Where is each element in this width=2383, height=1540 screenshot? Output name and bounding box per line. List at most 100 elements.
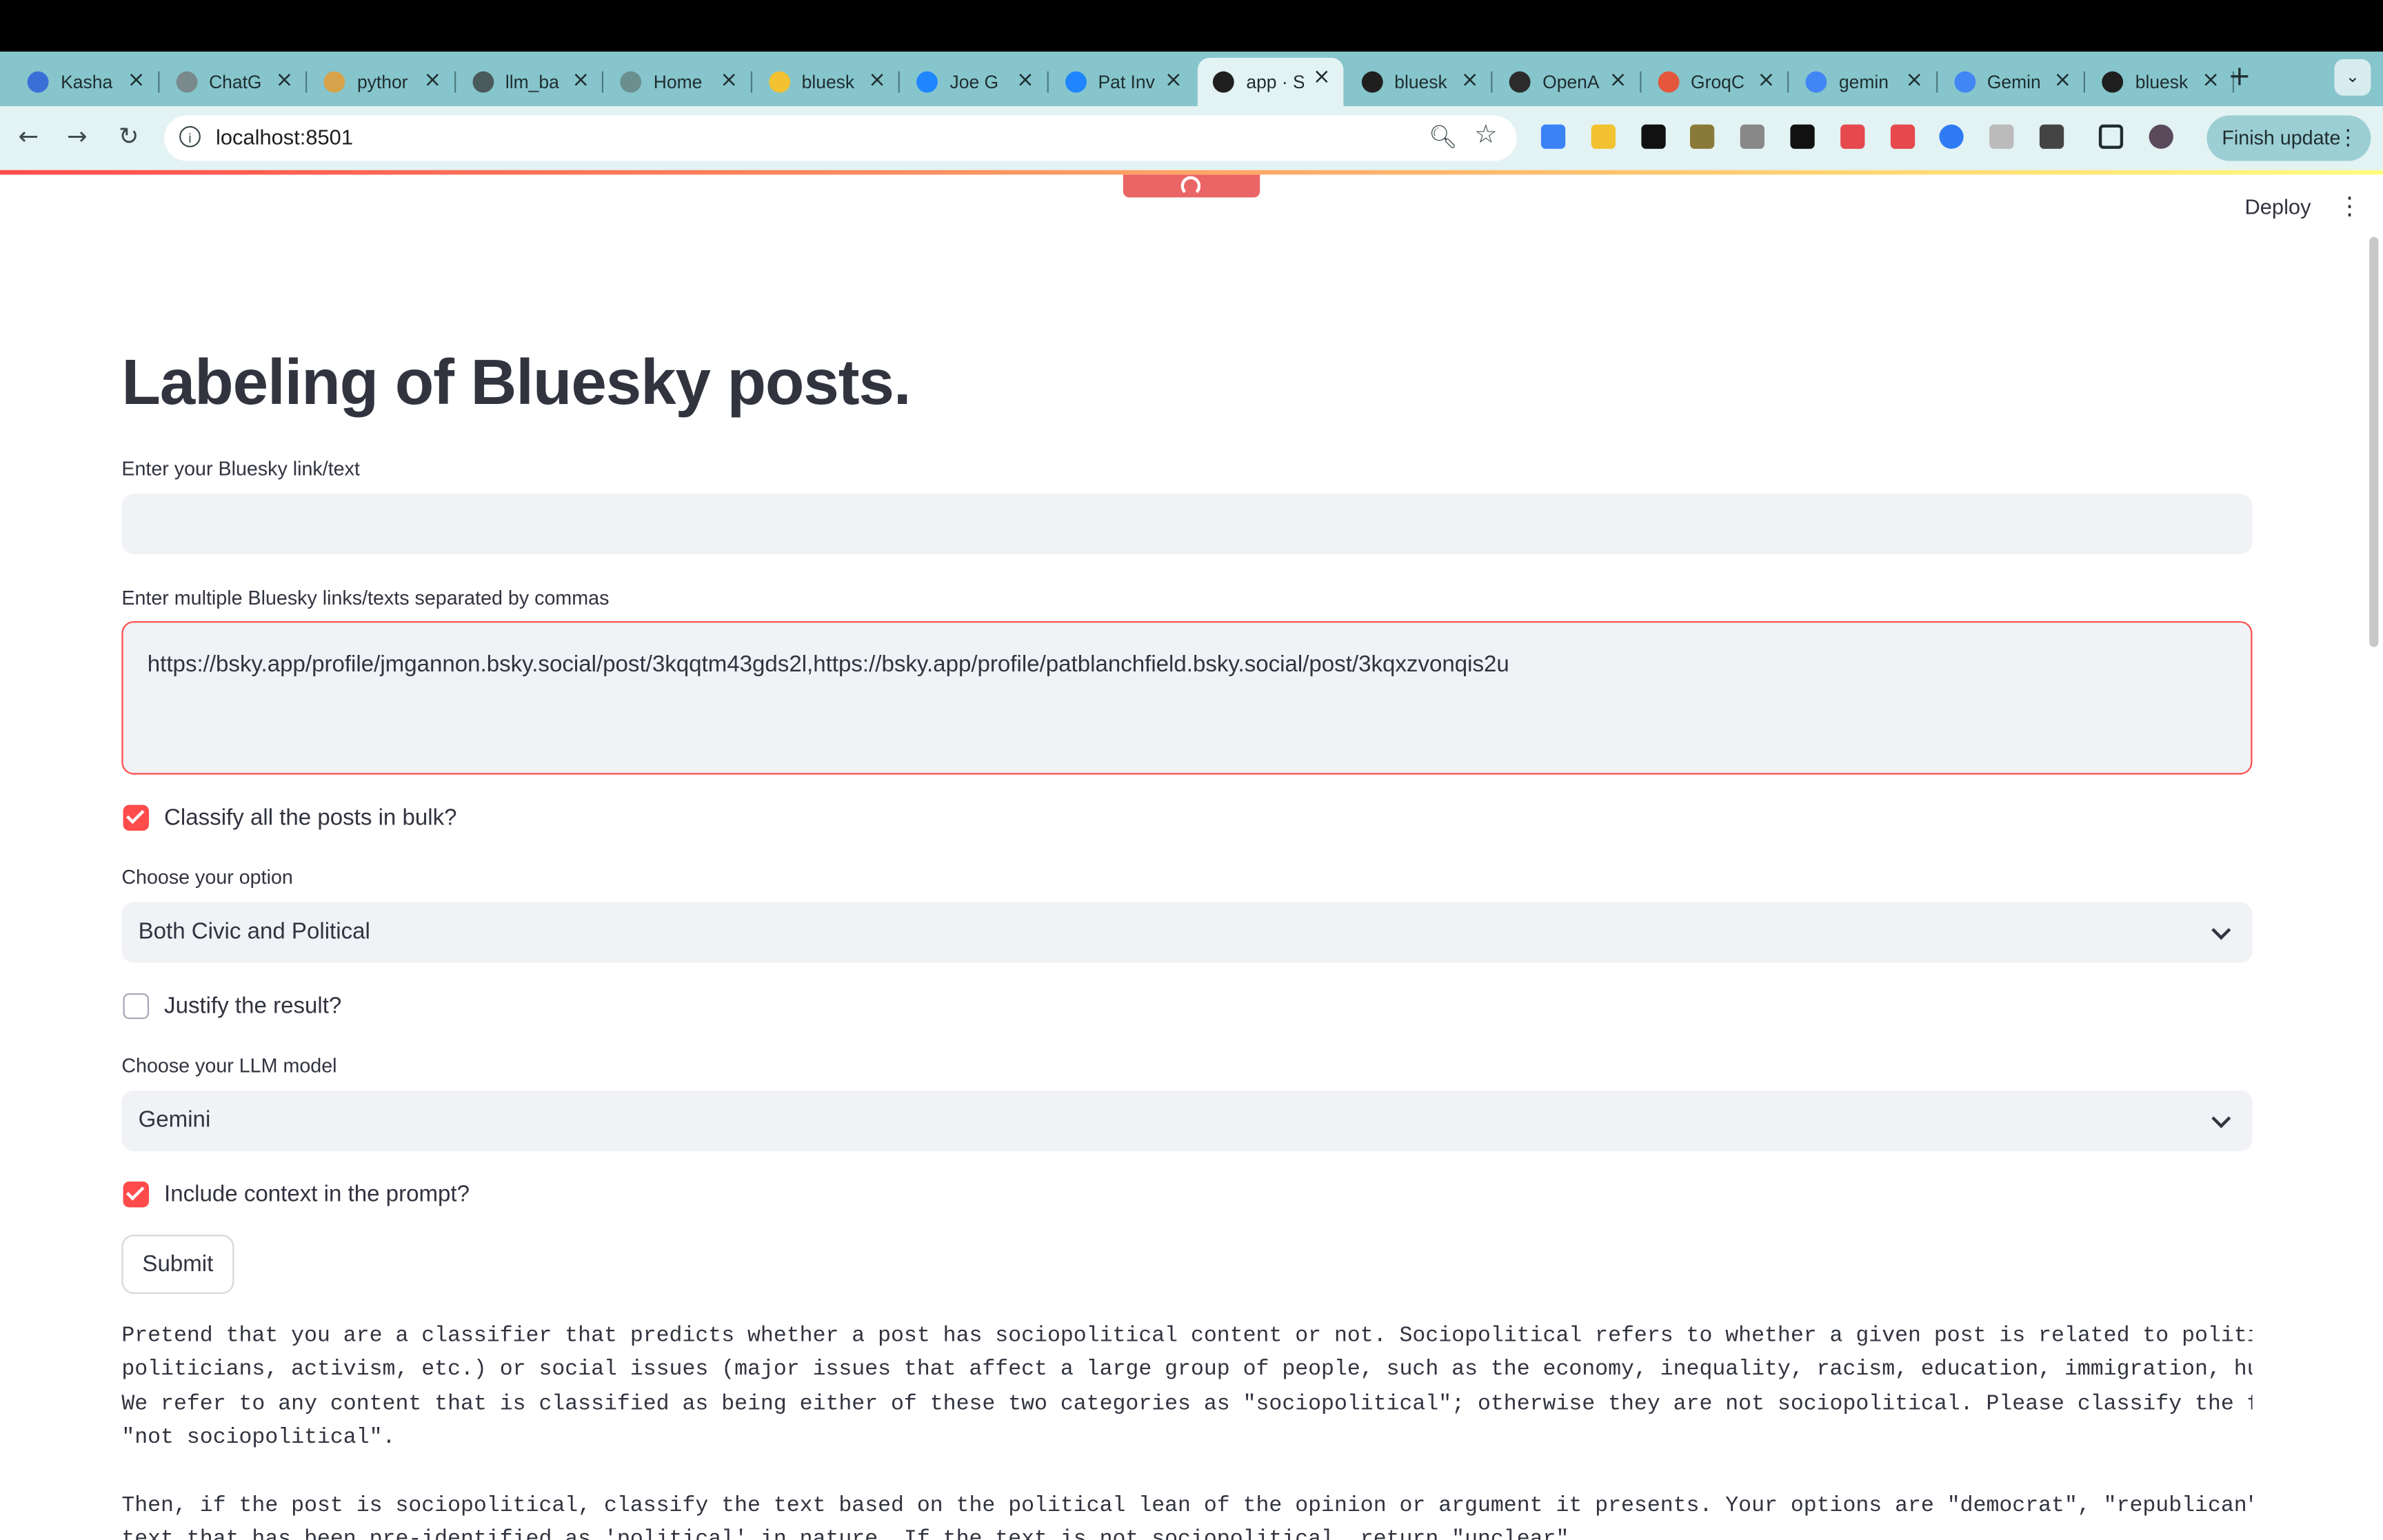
- url-text[interactable]: localhost:8501: [216, 125, 353, 149]
- browser-tab[interactable]: GroqC ×: [1642, 61, 1789, 103]
- browser-tab[interactable]: pythor ×: [308, 61, 456, 103]
- tab-close-icon[interactable]: ×: [1461, 68, 1479, 92]
- chevron-down-icon: [2211, 1108, 2231, 1128]
- tab-close-icon[interactable]: ×: [1313, 65, 1331, 90]
- justify-checkbox-label[interactable]: Justify the result?: [164, 993, 341, 1019]
- zoom-icon[interactable]: 🔍︎: [1429, 123, 1458, 150]
- running-icon: [1180, 176, 1201, 196]
- extension-icon[interactable]: [1591, 124, 1616, 149]
- main-menu-icon[interactable]: ⋮: [2337, 192, 2362, 221]
- site-info-icon[interactable]: i: [179, 125, 201, 148]
- tab-search-button[interactable]: ⌄: [2334, 59, 2371, 96]
- tab-title: llm_ba: [505, 71, 559, 93]
- extension-icon[interactable]: [1989, 124, 2014, 149]
- tab-close-icon[interactable]: ×: [1758, 68, 1776, 92]
- new-tab-button[interactable]: +: [2228, 61, 2251, 92]
- extension-icon[interactable]: [1690, 124, 1716, 149]
- reload-icon[interactable]: ↻: [119, 121, 139, 150]
- tab-close-icon[interactable]: ×: [572, 68, 590, 92]
- tab-title: app · S: [1246, 71, 1305, 93]
- app-status-tab[interactable]: [1123, 174, 1260, 198]
- page-scrollbar[interactable]: [2369, 236, 2379, 647]
- tab-close-icon[interactable]: ×: [868, 68, 886, 92]
- extension-icon[interactable]: [1640, 124, 1665, 149]
- tab-close-icon[interactable]: ×: [2202, 68, 2220, 92]
- justify-checkbox[interactable]: [123, 993, 150, 1020]
- prompt-paragraph-2: Then, if the post is sociopolitical, cla…: [121, 1494, 2252, 1540]
- tab-title: Gemin: [1987, 71, 2041, 93]
- browser-menu-icon[interactable]: ⋮: [2337, 115, 2359, 161]
- browser-tab[interactable]: OpenA ×: [1494, 61, 1641, 103]
- tab-favicon-icon: [1805, 71, 1827, 93]
- deploy-button[interactable]: Deploy: [2244, 194, 2311, 219]
- side-panel-icon[interactable]: [2098, 124, 2123, 149]
- browser-tab[interactable]: Kasha ×: [12, 61, 159, 103]
- browser-tab[interactable]: Joe G ×: [901, 61, 1048, 103]
- tab-favicon-icon: [620, 71, 642, 93]
- option-select-value: Both Civic and Political: [138, 918, 370, 945]
- extension-icon[interactable]: [1740, 124, 1765, 149]
- browser-tab[interactable]: app · S ×: [1197, 57, 1343, 107]
- tab-close-icon[interactable]: ×: [1905, 68, 1923, 92]
- tab-close-icon[interactable]: ×: [423, 68, 441, 92]
- finish-update-button[interactable]: Finish update ⋮: [2206, 115, 2371, 161]
- browser-tab[interactable]: ChatG ×: [161, 61, 308, 103]
- single-link-input[interactable]: [121, 494, 2253, 555]
- tab-favicon-icon: [1953, 71, 1975, 93]
- top-bezel: [0, 0, 2383, 52]
- tab-close-icon[interactable]: ×: [128, 68, 145, 92]
- tab-favicon-icon: [916, 71, 938, 93]
- bulk-checkbox[interactable]: [123, 804, 150, 831]
- chevron-down-icon: [2211, 920, 2231, 940]
- tab-title: ChatG: [209, 71, 262, 93]
- extension-icon[interactable]: [2039, 124, 2064, 149]
- context-checkbox[interactable]: [123, 1182, 150, 1208]
- option-select[interactable]: Both Civic and Political: [121, 902, 2253, 963]
- option-select-label: Choose your option: [121, 865, 293, 889]
- tab-favicon-icon: [27, 71, 49, 93]
- browser-tab[interactable]: Home ×: [605, 61, 752, 103]
- tab-favicon-icon: [1360, 71, 1382, 93]
- tab-separator: [157, 71, 159, 93]
- browser-tab[interactable]: Pat Inv ×: [1049, 61, 1194, 103]
- extension-icon[interactable]: [1890, 124, 1915, 149]
- multi-link-textarea[interactable]: https://bsky.app/profile/jmgannon.bsky.s…: [121, 621, 2253, 775]
- tab-separator: [2083, 71, 2086, 93]
- browser-tab[interactable]: bluesk ×: [753, 61, 900, 103]
- browser-tab[interactable]: bluesk ×: [1346, 61, 1493, 103]
- tab-title: Kasha: [61, 71, 113, 93]
- bulk-checkbox-label[interactable]: Classify all the posts in bulk?: [164, 805, 456, 831]
- screen: Kasha × ChatG × pythor × llm_ba × Home × bluesk × Jo…: [0, 0, 2383, 1540]
- tab-close-icon[interactable]: ×: [1609, 68, 1627, 92]
- tab-separator: [1046, 71, 1048, 93]
- tab-favicon-icon: [323, 71, 345, 93]
- tab-close-icon[interactable]: ×: [2053, 68, 2071, 92]
- browser-tab[interactable]: llm_ba ×: [456, 61, 604, 103]
- multi-input-label: Enter multiple Bluesky links/texts separ…: [121, 586, 610, 609]
- context-checkbox-label[interactable]: Include context in the prompt?: [164, 1182, 470, 1207]
- model-select[interactable]: Gemini: [121, 1090, 2253, 1151]
- browser-tab[interactable]: bluesk ×: [2087, 61, 2233, 103]
- extension-icon[interactable]: [1840, 124, 1864, 149]
- tab-title: Home: [653, 71, 703, 93]
- tab-favicon-icon: [472, 71, 494, 93]
- extension-icon[interactable]: [1540, 124, 1566, 149]
- bookmark-star-icon[interactable]: ☆: [1474, 120, 1498, 150]
- prompt-paragraph-1: Pretend that you are a classifier that p…: [121, 1324, 2252, 1450]
- submit-button[interactable]: Submit: [121, 1235, 234, 1295]
- tab-close-icon[interactable]: ×: [1016, 68, 1034, 92]
- back-icon[interactable]: ←: [18, 121, 39, 150]
- forward-icon[interactable]: →: [67, 121, 88, 150]
- tab-separator: [1787, 71, 1789, 93]
- browser-tab[interactable]: gemin ×: [1790, 61, 1938, 103]
- profile-avatar[interactable]: [2148, 124, 2173, 149]
- tab-title: Joe G: [949, 71, 999, 93]
- tab-close-icon[interactable]: ×: [1165, 68, 1183, 92]
- tab-favicon-icon: [1509, 71, 1531, 93]
- tab-title: Pat Inv: [1098, 71, 1155, 93]
- address-bar[interactable]: i localhost:8501 🔍︎ ☆: [164, 115, 1517, 161]
- tab-close-icon[interactable]: ×: [720, 68, 738, 92]
- browser-tab[interactable]: Gemin ×: [1938, 61, 2086, 103]
- tab-close-icon[interactable]: ×: [276, 68, 294, 92]
- extension-icon[interactable]: [1790, 124, 1815, 149]
